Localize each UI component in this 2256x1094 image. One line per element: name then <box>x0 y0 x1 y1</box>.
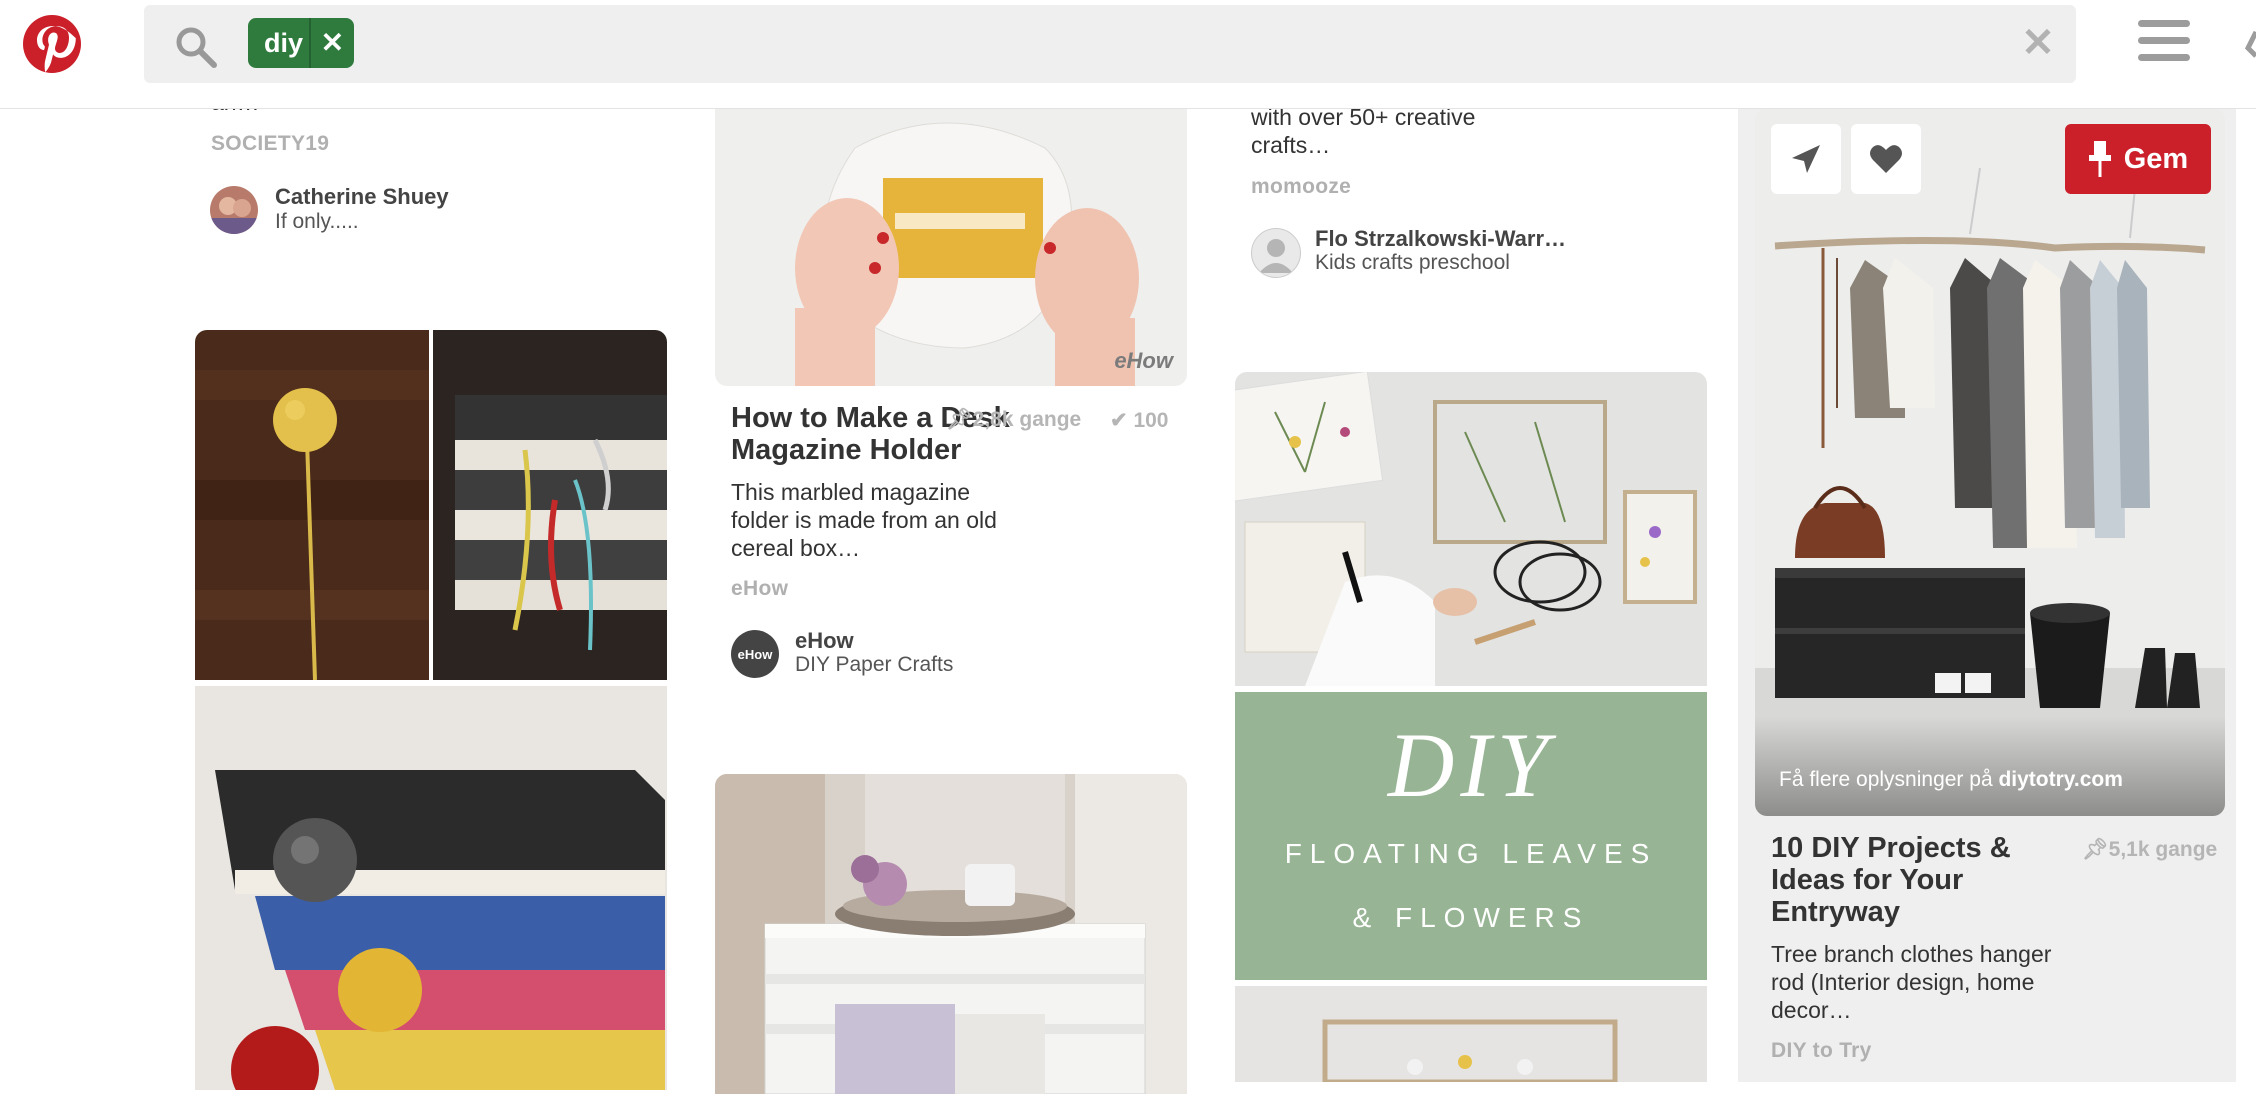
pin-image-bookmark-collage[interactable] <box>195 330 667 1090</box>
more-info-link[interactable]: Få flere oplysninger på diytotry.com <box>1779 768 2123 792</box>
tried-count: ✔ 100 <box>1110 408 1169 433</box>
pin-title-line: Entryway <box>1771 896 1900 928</box>
pin-icon <box>2088 141 2111 177</box>
pin-description: This marbled magazine folder is made fro… <box>731 478 997 562</box>
pin-save-count: 📌︎5,1k gange <box>2082 838 2217 862</box>
save-pin-button[interactable]: Gem <box>2065 124 2211 194</box>
desc-line: folder is made from an old <box>731 507 997 533</box>
heart-icon <box>1870 145 1902 173</box>
board-name[interactable]: If only..... <box>275 210 359 234</box>
pin-image-magazine-holder[interactable]: eHow <box>715 108 1187 386</box>
save-pin-label: Gem <box>2123 142 2189 175</box>
pinner-name[interactable]: Flo Strzalkowski-Warr… <box>1315 226 1566 252</box>
pin-image-crate-table[interactable] <box>715 774 1187 1094</box>
more-info-prefix: Få flere oplysninger på <box>1779 768 1999 791</box>
pin-title-line: Ideas for Your <box>1771 864 1964 896</box>
like-button[interactable] <box>1851 124 1921 194</box>
pin-image-floating-leaves[interactable]: DIY FLOATING LEAVES & FLOWERS <box>1235 372 1707 1082</box>
pinner-name[interactable]: eHow <box>795 628 854 654</box>
pin-icon: 📌︎ <box>946 408 973 431</box>
more-info-domain: diytotry.com <box>1998 768 2123 791</box>
top-bar: diy ✕ ✕ <box>0 0 2256 109</box>
pin-description: with over 50+ creative crafts… <box>1251 103 1475 159</box>
desc-line: rod (Interior design, home <box>1771 969 2035 995</box>
send-button[interactable] <box>1771 124 1841 194</box>
pin-source[interactable]: momooze <box>1251 175 1351 199</box>
avatar[interactable]: eHow <box>731 630 779 678</box>
pinner-name[interactable]: Catherine Shuey <box>275 184 449 210</box>
image-watermark: eHow <box>1114 348 1173 373</box>
avatar-placeholder-icon[interactable] <box>1251 228 1301 278</box>
more-info-gradient <box>1755 716 2225 816</box>
pin-title-line: 10 DIY Projects & <box>1771 832 2011 864</box>
pinterest-logo-icon[interactable] <box>22 14 82 74</box>
floating-headline: DIY <box>1387 714 1555 816</box>
search-chip[interactable]: diy ✕ <box>248 18 354 68</box>
save-count-value: 2,8k gange <box>972 408 1082 431</box>
desc-line: decor… <box>1771 997 1852 1023</box>
desc-line: This marbled magazine <box>731 479 971 505</box>
desc-line: crafts… <box>1251 132 1331 158</box>
checkmark-icon: ✔ <box>1110 409 1128 432</box>
tried-count-value: 100 <box>1133 409 1169 432</box>
remove-chip-icon[interactable]: ✕ <box>311 18 354 68</box>
floating-line-2: & FLOWERS <box>1352 902 1590 933</box>
pin-title-line: Magazine Holder <box>731 434 962 466</box>
pin-icon: 📌︎ <box>2082 838 2109 861</box>
pin-title[interactable]: 10 DIY Projects & Ideas for Your Entrywa… <box>1771 832 2011 928</box>
send-icon <box>1792 145 1820 173</box>
pin-source[interactable]: eHow <box>731 577 788 601</box>
desc-line: Tree branch clothes hanger <box>1771 941 2052 967</box>
search-icon[interactable] <box>174 25 218 69</box>
pin-source[interactable]: DIY to Try <box>1771 1039 1872 1063</box>
save-count-value: 5,1k gange <box>2108 838 2218 861</box>
search-bar[interactable]: diy ✕ ✕ <box>144 5 2076 83</box>
board-name[interactable]: Kids crafts preschool <box>1315 251 1510 275</box>
menu-icon[interactable] <box>2138 20 2190 66</box>
board-name[interactable]: DIY Paper Crafts <box>795 653 953 677</box>
pin-source[interactable]: SOCIETY19 <box>211 132 329 156</box>
search-chip-label: diy <box>264 27 304 58</box>
pin-description: Tree branch clothes hanger rod (Interior… <box>1771 940 2051 1024</box>
notifications-icon[interactable] <box>2244 30 2256 64</box>
floating-line-1: FLOATING LEAVES <box>1284 838 1658 869</box>
avatar[interactable] <box>210 186 258 234</box>
pin-save-count: 📌︎2,8k gange <box>946 408 1081 432</box>
pin-image-entryway[interactable]: Få flere oplysninger på diytotry.com Gem <box>1755 108 2225 816</box>
clear-search-icon[interactable]: ✕ <box>2018 23 2058 63</box>
desc-line: cereal box… <box>731 535 861 561</box>
